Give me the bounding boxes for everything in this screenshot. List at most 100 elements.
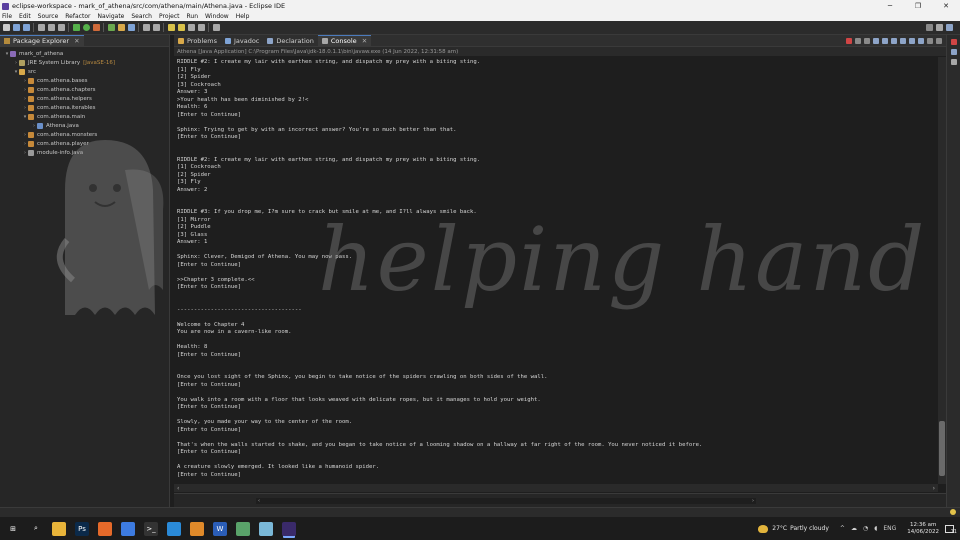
java-perspective-icon[interactable] — [946, 24, 953, 31]
pin-console-icon[interactable] — [900, 37, 906, 44]
open-console-icon[interactable] — [918, 37, 924, 44]
android-studio-icon[interactable] — [236, 521, 250, 536]
bottom-horizontal-scrollbar[interactable]: ‹ › — [256, 498, 756, 504]
clear-console-icon[interactable] — [873, 37, 879, 44]
search-tool-icon[interactable] — [153, 24, 160, 31]
language-indicator[interactable]: ENG — [883, 525, 896, 532]
previous-annotation-icon[interactable] — [178, 24, 185, 31]
tab-javadoc[interactable]: Javadoc — [221, 35, 263, 47]
tree-item[interactable]: › JRE System Library [JavaSE-16] — [0, 58, 169, 67]
menu-run[interactable]: Run — [187, 13, 199, 20]
word-icon[interactable]: W — [213, 521, 227, 536]
new-file-icon[interactable] — [3, 24, 10, 31]
weather-temperature[interactable]: 27°C — [772, 525, 787, 532]
maximize-button[interactable]: ❐ — [904, 0, 932, 12]
menu-help[interactable]: Help — [236, 13, 250, 20]
close-icon[interactable]: ✕ — [362, 37, 367, 45]
windows-start-icon[interactable]: ⊞ — [6, 521, 20, 536]
tree-item[interactable]: › com.athena.helpers — [0, 94, 169, 103]
console-vertical-scrollbar[interactable] — [938, 57, 946, 484]
new-java-project-icon[interactable] — [108, 24, 115, 31]
restore-view-icon[interactable] — [950, 59, 957, 65]
terminal-tool-icon[interactable] — [38, 24, 45, 31]
search-icon[interactable]: ⌕ — [29, 521, 43, 536]
menu-source[interactable]: Source — [38, 13, 59, 20]
save-icon[interactable] — [13, 24, 20, 31]
open-type-icon[interactable] — [143, 24, 150, 31]
tree-item[interactable]: ▾ com.athena.main — [0, 112, 169, 121]
task-list-icon[interactable] — [950, 49, 957, 55]
tab-console[interactable]: Console ✕ — [317, 34, 372, 47]
menu-file[interactable]: File — [2, 13, 12, 20]
word-wrap-icon[interactable] — [891, 37, 897, 44]
scroll-lock-icon[interactable] — [882, 37, 888, 44]
main-toolbar — [0, 21, 960, 35]
search-global-icon[interactable] — [926, 24, 933, 31]
firefox-dev-icon[interactable] — [121, 521, 135, 536]
open-perspective-icon[interactable] — [936, 24, 943, 31]
tree-item[interactable]: ▾ mark_of_athena — [0, 49, 169, 58]
remove-all-icon[interactable] — [864, 37, 870, 44]
scroll-left-icon[interactable]: ‹ — [258, 498, 260, 504]
tree-item[interactable]: › com.athena.iterables — [0, 103, 169, 112]
tree-item[interactable]: ▾ src — [0, 67, 169, 76]
minimize-button[interactable]: ─ — [876, 0, 904, 12]
onedrive-icon[interactable]: ☁ — [851, 525, 857, 532]
menu-navigate[interactable]: Navigate — [97, 13, 124, 20]
tab-declaration[interactable]: Declaration — [263, 35, 317, 47]
weather-description[interactable]: Partly cloudy — [790, 525, 829, 532]
remove-launch-icon[interactable] — [855, 37, 861, 44]
firefox-icon[interactable] — [98, 521, 112, 536]
tree-item[interactable]: › Athena.java — [0, 121, 169, 130]
tab-problems[interactable]: Problems — [174, 35, 221, 47]
debug-icon[interactable] — [73, 24, 80, 31]
minimize-view-icon[interactable] — [927, 37, 933, 44]
menu-edit[interactable]: Edit — [19, 13, 31, 20]
tree-item[interactable]: › com.athena.bases — [0, 76, 169, 85]
console-line: ------------------------------------- — [177, 306, 302, 313]
terminate-icon[interactable] — [846, 37, 852, 44]
outline-view-icon[interactable] — [950, 39, 957, 45]
skip-breakpoints-icon[interactable] — [48, 24, 55, 31]
pin-editor-icon[interactable] — [213, 24, 220, 31]
menu-search[interactable]: Search — [131, 13, 152, 20]
network-icon[interactable]: ◔ — [863, 525, 868, 532]
tab-package-explorer[interactable]: Package Explorer ✕ — [0, 34, 84, 47]
tree-item[interactable]: › com.athena.chapters — [0, 85, 169, 94]
display-console-icon[interactable] — [909, 37, 915, 44]
maximize-view-icon[interactable] — [936, 37, 942, 44]
save-all-icon[interactable] — [23, 24, 30, 31]
run-icon[interactable] — [83, 24, 90, 31]
close-button[interactable]: ✕ — [932, 0, 960, 12]
back-icon[interactable] — [188, 24, 195, 31]
scrollbar-thumb[interactable] — [939, 421, 945, 476]
build-icon[interactable] — [58, 24, 65, 31]
tip-lightbulb-icon[interactable] — [950, 509, 956, 515]
new-class-icon[interactable] — [128, 24, 135, 31]
menu-project[interactable]: Project — [159, 13, 180, 20]
new-package-icon[interactable] — [118, 24, 125, 31]
close-icon[interactable]: ✕ — [74, 37, 79, 45]
console-output[interactable]: RIDDLE #2: I create my lair with earthen… — [174, 57, 938, 484]
console-horizontal-scrollbar[interactable]: ‹ › — [174, 484, 938, 492]
eclipse-icon[interactable] — [282, 521, 296, 536]
vscode-icon[interactable] — [167, 521, 181, 536]
show-hidden-icons-icon[interactable]: ^ — [840, 525, 845, 532]
forward-icon[interactable] — [198, 24, 205, 31]
external-tools-icon[interactable] — [93, 24, 100, 31]
photoshop-icon[interactable]: Ps — [75, 521, 89, 536]
volume-icon[interactable]: ◖ — [874, 525, 877, 532]
terminal-icon[interactable]: >_ — [144, 521, 158, 536]
scroll-right-icon[interactable]: › — [933, 485, 935, 492]
scroll-left-icon[interactable]: ‹ — [177, 485, 179, 492]
next-annotation-icon[interactable] — [168, 24, 175, 31]
file-explorer-icon[interactable] — [52, 521, 66, 536]
notepad-icon[interactable] — [259, 521, 273, 536]
menu-refactor[interactable]: Refactor — [65, 13, 90, 20]
sublime-icon[interactable] — [190, 521, 204, 536]
scroll-right-icon[interactable]: › — [752, 498, 754, 504]
taskbar-clock[interactable]: 12:36 am 14/06/2022 — [907, 522, 939, 536]
menu-window[interactable]: Window — [205, 13, 229, 20]
weather-icon[interactable] — [758, 524, 769, 533]
